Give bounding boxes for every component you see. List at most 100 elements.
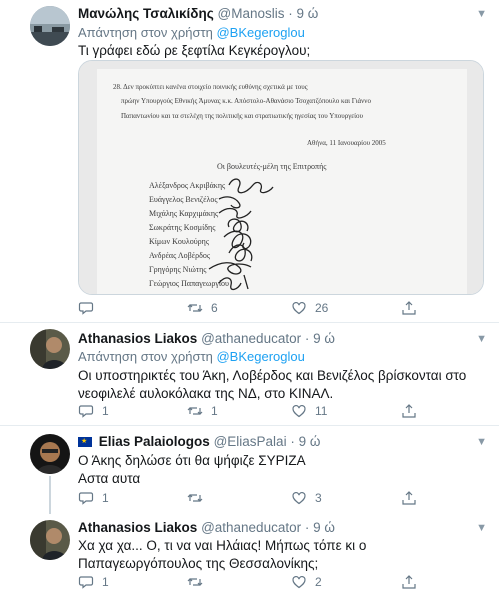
like-button[interactable]: 26 <box>291 300 328 316</box>
timestamp[interactable]: 9 ώ <box>313 331 335 346</box>
author-name[interactable]: Athanasios Liakos <box>78 331 197 346</box>
retweet-icon <box>187 304 203 312</box>
reply-count: 1 <box>102 404 109 418</box>
reply-count: 1 <box>102 575 109 589</box>
share-button[interactable] <box>401 403 417 419</box>
like-button[interactable]: 2 <box>291 574 322 590</box>
avatar[interactable] <box>30 6 70 46</box>
chevron-down-icon[interactable]: ▼ <box>476 8 487 20</box>
author-handle[interactable]: @EliasPalai <box>214 434 287 449</box>
doc-member: Κίμων Κουλούρης <box>149 237 210 246</box>
tweet-text: Τι γράφει εδώ ρε ξεφτίλα Κεγκέρογλου; <box>78 43 311 58</box>
author-name[interactable]: Elias Palaiologos <box>99 434 210 449</box>
author-handle[interactable]: @athaneducator <box>201 331 301 346</box>
share-button[interactable] <box>401 490 417 506</box>
chevron-down-icon[interactable]: ▼ <box>476 333 487 345</box>
share-icon <box>402 301 416 315</box>
author-handle[interactable]: @Manoslis <box>218 6 285 21</box>
chevron-down-icon[interactable]: ▼ <box>476 436 487 448</box>
author-name[interactable]: Μανώλης Τσαλικίδης <box>78 6 214 21</box>
timestamp[interactable]: 9 ώ <box>297 6 319 21</box>
like-count: 11 <box>315 404 328 418</box>
like-button[interactable]: 3 <box>291 490 322 506</box>
doc-member: Ανδρέας Λοβέρδος <box>149 251 211 260</box>
avatar[interactable] <box>30 329 70 369</box>
tweet-text-line: Αστα αυτα <box>78 471 141 486</box>
author-handle[interactable]: @athaneducator <box>201 520 301 535</box>
reply-count: 1 <box>102 491 109 505</box>
share-icon <box>402 491 416 505</box>
doc-para-line-2: πρώην Υπουργούς Εθνικής Άμυνας κ.κ. Απόσ… <box>121 97 371 105</box>
tweet-image[interactable]: 28. Δεν προκύπτει κανένα στοιχείο ποινικ… <box>78 60 484 295</box>
heart-icon <box>292 491 306 505</box>
retweet-button[interactable]: 6 <box>187 300 218 316</box>
like-count: 3 <box>315 491 322 505</box>
doc-member: Σωκράτης Κοσμίδης <box>149 223 216 232</box>
reply-button[interactable] <box>78 300 102 316</box>
doc-para-line-1: 28. Δεν προκύπτει κανένα στοιχείο ποινικ… <box>113 83 308 91</box>
reply-icon <box>78 492 94 505</box>
separator-dot: · <box>304 520 310 535</box>
doc-member: Μιχάλης Καρχιμάκης <box>149 209 219 218</box>
reply-icon <box>78 302 94 315</box>
eu-flag-icon <box>78 437 92 447</box>
doc-member: Γρηγόρης Νιώτης <box>149 265 207 274</box>
tweet-actions: 1 1 11 <box>78 403 418 421</box>
reply-icon <box>78 576 94 589</box>
retweet-count: 1 <box>211 404 218 418</box>
tweet-actions: 6 26 <box>78 300 418 318</box>
reply-button[interactable]: 1 <box>78 574 109 590</box>
separator-dot: · <box>288 6 293 21</box>
reply-prefix: Απάντηση στον χρήστη <box>78 25 213 40</box>
retweet-count: 6 <box>211 301 218 315</box>
avatar[interactable] <box>30 520 70 560</box>
share-button[interactable] <box>401 300 417 316</box>
reply-context: Απάντηση στον χρήστη @BKegeroglou <box>78 25 305 40</box>
tweet-4[interactable]: Athanasios Liakos @athaneducator · 9 ώ ▼… <box>0 514 499 589</box>
tweet-text-line: Ο Άκης δηλώσε ότι θα ψήφιζε ΣΥΡΙΖΑ <box>78 453 306 468</box>
like-count: 2 <box>315 575 322 589</box>
tweet-2[interactable]: Athanasios Liakos @athaneducator · 9 ώ ▼… <box>0 323 499 425</box>
separator-dot: · <box>290 434 295 449</box>
doc-para-line-3: Παπαντωνίου και τα στελέχη της πολιτικής… <box>121 112 364 120</box>
like-count: 26 <box>315 301 329 315</box>
heart-icon <box>292 575 306 589</box>
share-icon <box>402 404 416 418</box>
reply-icon <box>78 405 94 418</box>
tweet-3[interactable]: Elias Palaiologos @EliasPalai · 9 ώ ▼ Ο … <box>0 426 499 514</box>
chevron-down-icon[interactable]: ▼ <box>476 522 487 534</box>
share-button[interactable] <box>401 574 417 590</box>
doc-heading: Οι βουλευτές-μέλη της Επιτροπής <box>217 162 327 171</box>
avatar[interactable] <box>30 434 70 474</box>
heart-icon <box>292 301 306 315</box>
tweet-actions: 1 2 <box>78 574 418 592</box>
reply-context: Απάντηση στον χρήστη @BKegeroglou <box>78 349 305 364</box>
retweet-button[interactable] <box>187 574 211 590</box>
retweet-icon <box>187 578 203 586</box>
doc-member: Γεώργιος Παπαγεωργίου <box>149 279 229 288</box>
tweet-text: Οι υποστηρικτές του Άκη, Λοβέρδος και Βε… <box>78 368 467 401</box>
retweet-icon <box>187 494 203 502</box>
reply-button[interactable]: 1 <box>78 490 109 506</box>
reply-button[interactable]: 1 <box>78 403 109 419</box>
reply-mention-link[interactable]: @BKegeroglou <box>216 25 304 40</box>
retweet-button[interactable] <box>187 490 211 506</box>
doc-member: Αλέξανδρος Ακριβάκης <box>149 181 226 190</box>
doc-member: Ευάγγελος Βενιζέλος <box>149 195 218 204</box>
tweet-1[interactable]: Μανώλης Τσαλικίδης @Manoslis · 9 ώ ▼ Απά… <box>0 0 499 322</box>
heart-icon <box>292 404 306 418</box>
author-name[interactable]: Athanasios Liakos <box>78 520 197 535</box>
timestamp[interactable]: 9 ώ <box>313 520 335 535</box>
timestamp[interactable]: 9 ώ <box>299 434 321 449</box>
reply-mention-link[interactable]: @BKegeroglou <box>216 349 304 364</box>
retweet-button[interactable]: 1 <box>187 403 218 419</box>
tweet-text: Ο Άκης δηλώσε ότι θα ψήφιζε ΣΥΡΙΖΑ Αστα … <box>78 452 478 488</box>
separator-dot: · <box>304 331 310 346</box>
share-icon <box>402 575 416 589</box>
tweet-actions: 1 3 <box>78 490 418 508</box>
tweet-text: Χα χα χα... Ο, τι να ναι Ηλάιας! Μήπως τ… <box>78 538 367 571</box>
like-button[interactable]: 11 <box>291 403 327 419</box>
reply-prefix: Απάντηση στον χρήστη <box>78 349 213 364</box>
doc-date: Αθήνα, 11 Ιανουαρίου 2005 <box>307 139 386 147</box>
retweet-icon <box>187 407 203 415</box>
